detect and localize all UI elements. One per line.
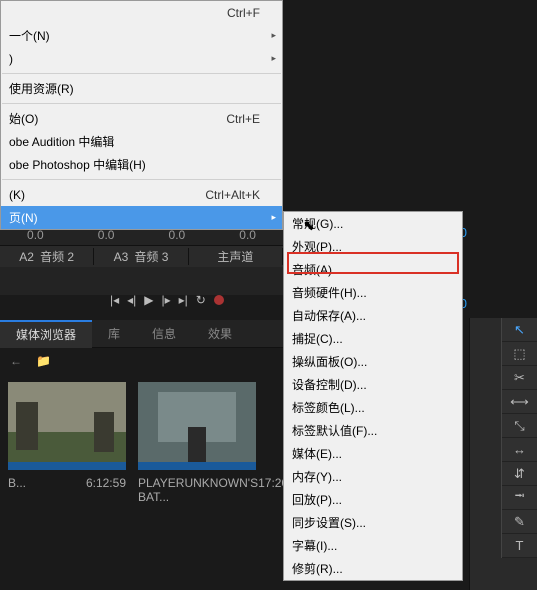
submenu-item-general[interactable]: 常规(G)... xyxy=(284,212,462,235)
media-browser: ← 📁 B... 6:12:59 PLAYERUNKNOWN'S BAT...17… xyxy=(0,348,283,512)
submenu-preferences: 常规(G)... 外观(P)... 音频(A)... 音频硬件(H)... 自动… xyxy=(283,211,463,581)
menu-item[interactable]: 使用资源(R) xyxy=(1,77,282,100)
context-menu: Ctrl+F 一个(N)▸ )▸ 使用资源(R) 始(O)Ctrl+E obe … xyxy=(0,0,283,230)
submenu-item-media[interactable]: 媒体(E)... xyxy=(284,442,462,465)
back-icon[interactable]: ← xyxy=(10,354,22,368)
track-header[interactable]: A2 音频 2 xyxy=(0,248,94,265)
go-to-out-icon[interactable]: ▸| xyxy=(179,293,188,307)
slip-tool-icon[interactable]: ↔ xyxy=(502,438,537,462)
submenu-item-sync-settings[interactable]: 同步设置(S)... xyxy=(284,511,462,534)
menu-item[interactable]: obe Photoshop 中编辑(H) xyxy=(1,153,282,176)
meter-value: 0.0 xyxy=(71,228,142,242)
pen-tool-icon[interactable]: ⭲ xyxy=(502,486,537,510)
tab-libraries[interactable]: 库 xyxy=(92,320,136,348)
go-to-in-icon[interactable]: |◂ xyxy=(110,293,119,307)
menu-item[interactable]: Ctrl+F xyxy=(1,1,282,24)
audio-mixer-panel: 0.0 0.0 0.0 0.0 A2 音频 2 A3 音频 3 主声道 xyxy=(0,225,283,295)
submenu-item-appearance[interactable]: 外观(P)... xyxy=(284,235,462,258)
submenu-item-label-colors[interactable]: 标签颜色(L)... xyxy=(284,396,462,419)
menu-separator xyxy=(2,103,281,104)
track-header-main[interactable]: 主声道 xyxy=(189,248,283,265)
submenu-item-autosave[interactable]: 自动保存(A)... xyxy=(284,304,462,327)
play-icon[interactable]: ▶ xyxy=(144,293,153,307)
selection-tool-icon[interactable]: ↖ xyxy=(502,318,537,342)
tool-palette: ↖ ⬚ ✂ ⟷ ⤡ ↔ ⇵ ⭲ ✎ T xyxy=(501,318,537,558)
menu-separator xyxy=(2,179,281,180)
submenu-item-label-defaults[interactable]: 标签默认值(F)... xyxy=(284,419,462,442)
submenu-item-capture[interactable]: 捕捉(C)... xyxy=(284,327,462,350)
media-thumbnail[interactable]: B... 6:12:59 xyxy=(8,382,126,504)
hand-tool-icon[interactable]: ✎ xyxy=(502,510,537,534)
menu-separator xyxy=(2,73,281,74)
loop-icon[interactable]: ↻ xyxy=(196,293,206,307)
folder-icon[interactable]: 📁 xyxy=(36,354,51,368)
track-select-tool-icon[interactable]: ⬚ xyxy=(502,342,537,366)
media-thumbnail[interactable]: PLAYERUNKNOWN'S BAT...17:20 xyxy=(138,382,256,504)
ripple-edit-tool-icon[interactable]: ✂ xyxy=(502,366,537,390)
menu-item[interactable]: 始(O)Ctrl+E xyxy=(1,107,282,130)
record-icon[interactable] xyxy=(214,295,224,305)
meter-value: 0.0 xyxy=(142,228,213,242)
tab-media-browser[interactable]: 媒体浏览器 xyxy=(0,320,92,348)
razor-tool-icon[interactable]: ⤡ xyxy=(502,414,537,438)
tab-info[interactable]: 信息 xyxy=(136,320,192,348)
menu-item[interactable]: obe Audition 中编辑 xyxy=(1,130,282,153)
submenu-item-control-surface[interactable]: 操纵面板(O)... xyxy=(284,350,462,373)
menu-item[interactable]: (K)Ctrl+Alt+K xyxy=(1,183,282,206)
submenu-item-device-control[interactable]: 设备控制(D)... xyxy=(284,373,462,396)
step-back-icon[interactable]: ◂| xyxy=(127,293,136,307)
transport-controls: |◂ ◂| ▶ |▸ ▸| ↻ xyxy=(110,293,224,307)
tab-effects[interactable]: 效果 xyxy=(192,320,248,348)
clip-duration: 6:12:59 xyxy=(86,476,126,490)
step-forward-icon[interactable]: |▸ xyxy=(162,293,171,307)
type-tool-icon[interactable]: T xyxy=(502,534,537,558)
meter-value: 0.0 xyxy=(212,228,283,242)
submenu-item-playback[interactable]: 回放(P)... xyxy=(284,488,462,511)
clip-name: PLAYERUNKNOWN'S BAT... xyxy=(138,476,258,504)
rate-stretch-tool-icon[interactable]: ⟷ xyxy=(502,390,537,414)
panel-tabs: 媒体浏览器 库 信息 效果 xyxy=(0,320,283,348)
menu-item-preferences[interactable]: 页(N)▸ xyxy=(1,206,282,229)
meter-value: 0.0 xyxy=(0,228,71,242)
submenu-item-audio-hardware[interactable]: 音频硬件(H)... xyxy=(284,281,462,304)
menu-item[interactable]: 一个(N)▸ xyxy=(1,24,282,47)
submenu-item-audio[interactable]: 音频(A)... xyxy=(284,258,462,281)
submenu-item-memory[interactable]: 内存(Y)... xyxy=(284,465,462,488)
track-header[interactable]: A3 音频 3 xyxy=(94,248,188,265)
slide-tool-icon[interactable]: ⇵ xyxy=(502,462,537,486)
submenu-item-trim[interactable]: 修剪(R)... xyxy=(284,557,462,580)
clip-name: B... xyxy=(8,476,26,490)
submenu-item-titler[interactable]: 字幕(I)... xyxy=(284,534,462,557)
menu-item[interactable]: )▸ xyxy=(1,47,282,70)
